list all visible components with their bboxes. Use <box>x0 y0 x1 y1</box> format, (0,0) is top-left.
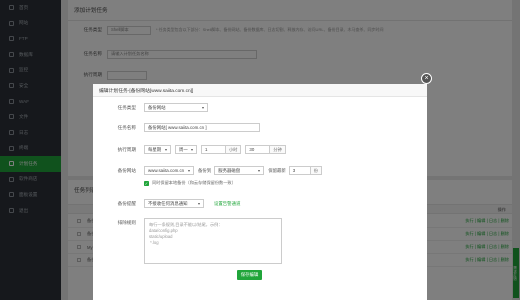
exclude-label: 排除规则 <box>117 220 136 225</box>
notify-select[interactable]: 不接收任何消息通知 <box>144 199 204 208</box>
backup-site-row: 备份网站 www.saiita.com.cn 备份到 服务器磁盘 保留最新 3 … <box>93 166 326 175</box>
backup-to-label: 备份到 <box>198 167 212 173</box>
task-name-label: 任务名称 <box>117 124 136 130</box>
backup-to-select[interactable]: 服务器磁盘 <box>214 166 265 175</box>
exclude-textarea[interactable]: 每行一条规则,目录不能以/结尾，示例： data/config.php static… <box>144 218 282 264</box>
exclude-row: 排除规则 每行一条规则,目录不能以/结尾，示例： data/config.php s… <box>93 218 282 264</box>
cycle-minute-input[interactable]: 30 <box>245 145 271 154</box>
chevron-down-icon <box>202 106 204 109</box>
cycle-weekday-select[interactable]: 周一 <box>175 145 197 154</box>
cycle-period-select[interactable]: 每星期 <box>144 145 171 154</box>
local-backup-checkbox[interactable]: ✓ <box>144 180 149 186</box>
notify-value: 不接收任何消息通知 <box>148 200 188 206</box>
modal-title: 编辑计划任务-[备份网站[www.saiita.com.cn]] <box>93 84 427 97</box>
task-type-value: 备份网站 <box>148 104 166 110</box>
cycle-period-value: 每星期 <box>148 146 162 152</box>
exclude-placeholder-line: *.log <box>149 240 159 245</box>
cycle-weekday-value: 周一 <box>179 146 188 152</box>
task-name-input[interactable]: 备份网站[ www.saiita.com.cn ] <box>144 123 260 132</box>
exec-cycle-row: 执行周期 每星期 周一 1 小时 30 分钟 <box>93 145 290 154</box>
chevron-down-icon <box>198 202 200 205</box>
close-icon[interactable]: × <box>421 73 432 84</box>
chevron-down-icon <box>188 169 190 172</box>
exec-cycle-label: 执行周期 <box>117 146 136 152</box>
edit-task-modal: 编辑计划任务-[备份网站[www.saiita.com.cn]] × 任务类型 … <box>93 73 432 300</box>
local-backup-label: 同时保留本地备份（和云存储保留份数一致） <box>152 180 236 185</box>
task-name-row: 任务名称 备份网站[ www.saiita.com.cn ] <box>93 123 260 132</box>
keep-latest-input[interactable]: 3 <box>288 166 311 175</box>
task-type-row: 任务类型 备份网站 <box>93 103 212 112</box>
keep-latest-label: 保留最新 <box>268 167 286 173</box>
hour-unit: 小时 <box>226 145 242 154</box>
task-type-select[interactable]: 备份网站 <box>144 103 208 112</box>
backup-site-select[interactable]: www.saiita.com.cn <box>144 166 194 175</box>
save-button[interactable]: 保存编辑 <box>237 270 262 280</box>
notify-label: 备份提醒 <box>117 200 136 206</box>
chevron-down-icon <box>165 148 167 151</box>
chevron-down-icon <box>191 148 193 151</box>
chevron-down-icon <box>258 169 261 172</box>
minute-unit: 分钟 <box>270 145 286 154</box>
keep-unit: 份 <box>310 166 322 175</box>
notify-row: 备份提醒 不接收任何消息通知 设置告警通道 <box>93 199 240 208</box>
task-type-label: 任务类型 <box>117 104 136 110</box>
backup-site-label: 备份网站 <box>117 167 136 173</box>
local-backup-row: ✓ 同时保留本地备份（和云存储保留份数一致） <box>144 180 236 186</box>
backup-to-value: 服务器磁盘 <box>218 167 241 173</box>
backup-site-value: www.saiita.com.cn <box>148 168 185 173</box>
alert-channel-link[interactable]: 设置告警通道 <box>214 201 240 207</box>
cycle-hour-input[interactable]: 1 <box>201 145 226 154</box>
